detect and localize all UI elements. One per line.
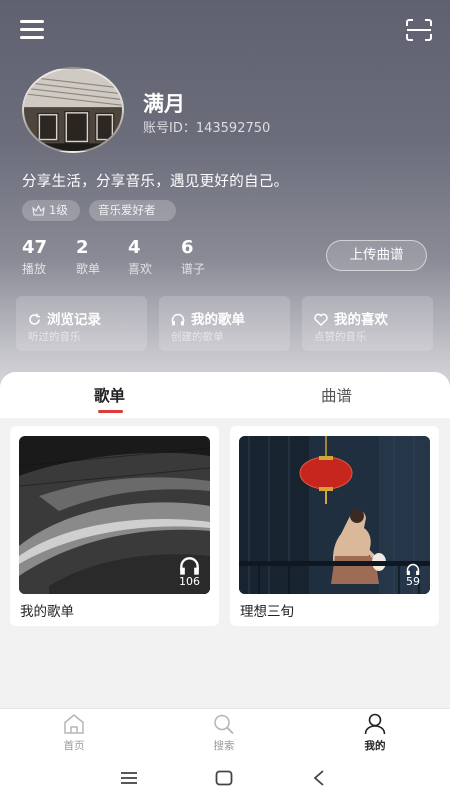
playlist-card[interactable]: 59 理想三旬: [230, 426, 439, 626]
level-badge: 1级: [22, 200, 80, 221]
stat-label: 歌单: [76, 262, 101, 276]
playlist-card[interactable]: 106 我的歌单: [10, 426, 219, 626]
stat-likes[interactable]: 4 喜欢: [128, 238, 152, 277]
home-button-icon[interactable]: [215, 770, 233, 786]
account-id: 账号ID：143592750: [143, 121, 271, 136]
headphones-icon: [406, 563, 420, 575]
card-title-text: 浏览记录: [47, 312, 101, 328]
my-playlists-card[interactable]: 我的歌单 创建的歌单: [159, 296, 290, 351]
play-count-value: 106: [179, 575, 200, 588]
nav-label: 我的: [364, 740, 386, 752]
play-count: 59: [406, 563, 420, 588]
play-count: 106: [179, 556, 200, 588]
stat-value: 2: [76, 237, 89, 258]
my-likes-card[interactable]: 我的喜欢 点赞的音乐: [302, 296, 433, 351]
menu-icon[interactable]: [20, 20, 44, 40]
history-card[interactable]: 浏览记录 听过的音乐: [16, 296, 147, 351]
nav-search[interactable]: 搜索: [194, 713, 254, 753]
avatar[interactable]: [22, 67, 124, 153]
tab-scores[interactable]: 曲谱: [321, 384, 352, 406]
search-icon: [214, 714, 234, 735]
nav-profile[interactable]: 我的: [345, 713, 405, 753]
back-icon[interactable]: [312, 770, 326, 786]
scan-icon[interactable]: [406, 19, 432, 41]
level-label: 1级: [49, 203, 68, 217]
headphones-icon: [180, 557, 199, 575]
heart-icon: [314, 313, 328, 327]
stat-value: 4: [128, 237, 141, 258]
tab-bar: 歌单 曲谱: [0, 372, 450, 418]
crown-icon: [32, 204, 45, 216]
home-icon: [64, 714, 84, 734]
nav-home[interactable]: 首页: [44, 713, 104, 753]
content-panel: 歌单 曲谱 106 我的歌单 59 理想三旬: [0, 372, 450, 708]
refresh-icon: [29, 313, 40, 325]
stat-value: 6: [181, 237, 194, 258]
nav-label: 首页: [63, 740, 85, 752]
playlist-name: 理想三旬: [240, 604, 294, 620]
recents-icon[interactable]: [120, 770, 138, 786]
card-subtitle: 听过的音乐: [28, 331, 81, 343]
headphones-icon: [171, 313, 185, 326]
stat-plays[interactable]: 47 播放: [22, 238, 47, 277]
card-subtitle: 创建的歌单: [171, 331, 224, 343]
nav-label: 搜索: [213, 740, 235, 752]
upload-score-button[interactable]: 上传曲谱: [326, 240, 427, 271]
stat-label: 播放: [22, 262, 47, 276]
active-tab-indicator: [98, 410, 123, 413]
tab-playlists[interactable]: 歌单: [94, 384, 125, 406]
card-title-text: 我的喜欢: [334, 312, 388, 328]
playlist-name: 我的歌单: [20, 604, 74, 620]
music-lover-badge: 音乐爱好者: [89, 200, 176, 221]
top-bar: [0, 0, 450, 60]
card-title-text: 我的歌单: [191, 312, 245, 328]
stat-playlists[interactable]: 2 歌单: [76, 238, 100, 277]
stat-scores[interactable]: 6 谱子: [181, 238, 205, 277]
playlist-cover: 59: [239, 436, 430, 594]
stat-label: 喜欢: [128, 262, 153, 276]
user-icon: [364, 713, 386, 735]
bio-text: 分享生活，分享音乐，遇见更好的自己。: [22, 174, 289, 190]
bottom-nav: 首页 搜索 我的: [0, 708, 450, 758]
card-subtitle: 点赞的音乐: [314, 331, 367, 343]
username: 满月: [143, 92, 185, 116]
system-navigation-bar: [0, 758, 450, 800]
stat-value: 47: [22, 237, 48, 258]
stat-label: 谱子: [181, 262, 206, 276]
play-count-value: 59: [406, 575, 420, 588]
playlist-cover: 106: [19, 436, 210, 594]
